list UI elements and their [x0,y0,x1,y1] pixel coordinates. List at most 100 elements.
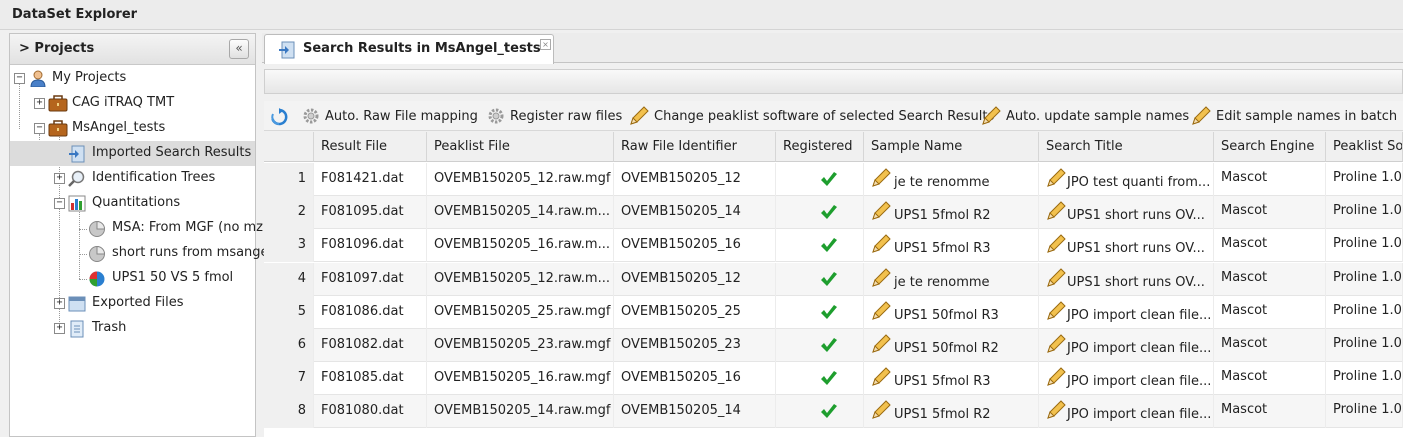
sample-name-cell[interactable]: je te renomme [864,262,1039,296]
collapse-icon[interactable]: − [54,198,65,209]
search-title-header[interactable]: Search Title [1039,132,1214,162]
tree-node-short-runs-from-msange[interactable]: short runs from msange [10,241,269,266]
raw-file-id-cell: OVEMB150205_16 [614,362,776,396]
peaklist-file-header[interactable]: Peaklist File [427,132,614,162]
raw-file-id-header[interactable]: Raw File Identifier [614,132,776,162]
registered-header[interactable]: Registered [776,132,864,162]
pencil-icon [870,200,892,226]
pencil-icon [1192,106,1211,125]
change-peaklist-button[interactable]: Change peaklist software of selected Sea… [654,109,994,124]
check-icon [820,205,838,225]
sample-name-cell[interactable]: UPS1 50fmol R2 [864,329,1039,362]
collapse-panel-button[interactable]: « [229,39,249,59]
raw-file-id-cell: OVEMB150205_14 [614,196,776,230]
result-file-cell: F081095.dat [314,196,427,230]
pencil-icon [870,399,892,425]
tab-label: Search Results in MsAngel_tests [303,41,541,56]
sample-name-cell[interactable]: UPS1 5fmol R3 [864,229,1039,263]
search-title-cell[interactable]: JPO import clean file... [1039,395,1214,429]
tree-node-my-projects[interactable]: − My Projects [10,66,255,91]
tab-search-results[interactable]: Search Results in MsAngel_tests × [264,34,554,64]
search-title-cell[interactable]: JPO test quanti from... [1039,163,1214,196]
tree-node-quantitations[interactable]: − Quantitations [10,191,255,216]
table-row[interactable]: 3 F081096.dat OVEMB150205_16.raw.m... OVEMB… [264,229,1403,263]
pie-color-icon [88,270,106,287]
check-icon [820,371,838,391]
result-file-header[interactable]: Result File [314,132,427,162]
sample-name-cell[interactable]: UPS1 5fmol R2 [864,196,1039,230]
search-title-text: UPS1 short runs OV... [1067,274,1205,290]
expand-icon[interactable]: + [54,323,65,334]
auto-update-names-button[interactable]: Auto. update sample names [1006,109,1189,124]
pencil-icon [870,267,892,293]
projects-panel-title[interactable]: > Projects [19,41,94,56]
register-raw-files-button[interactable]: Register raw files [510,109,622,124]
table-row[interactable]: 1 F081421.dat OVEMB150205_12.raw.mgf OVEMB1… [264,163,1403,196]
tree-node-identification-trees[interactable]: + Identification Trees [10,166,255,191]
sample-name-cell[interactable]: UPS1 5fmol R3 [864,362,1039,396]
expand-icon[interactable]: + [54,298,65,309]
sample-name-header[interactable]: Sample Name [864,132,1039,162]
sample-name-text: je te renomme [894,175,990,190]
tree-node-label: Exported Files [92,295,184,310]
auto-raw-mapping-button[interactable]: Auto. Raw File mapping [325,109,478,124]
check-icon [820,238,838,258]
tree-node-label: MsAngel_tests [72,120,166,135]
pencil-icon [870,233,892,259]
sample-name-cell[interactable]: UPS1 5fmol R2 [864,395,1039,429]
tree-node-label: Imported Search Results [92,145,252,160]
tree-node-cag-itraq-tmt[interactable]: + CAG iTRAQ TMT [10,91,255,116]
peaklist-software-cell: Proline 1.0 [1326,196,1403,230]
table-row[interactable]: 7 F081085.dat OVEMB150205_16.raw.mgf OVEMB1… [264,362,1403,396]
peaklist-software-cell: Proline 1.0 [1326,163,1403,196]
magnifier-icon [68,170,86,187]
table-row[interactable]: 5 F081086.dat OVEMB150205_25.raw.mgf OVEMB1… [264,295,1403,329]
table-row[interactable]: 8 F081080.dat OVEMB150205_14.raw.mgf OVEMB1… [264,395,1403,429]
search-title-cell[interactable]: UPS1 short runs OV... [1039,262,1214,296]
registered-cell [776,362,864,396]
expand-icon[interactable]: + [34,98,45,109]
registered-cell [776,329,864,362]
tree-node-trash[interactable]: + Trash [10,316,255,341]
tree-node-ups1-50-vs-5-fmol[interactable]: UPS1 50 VS 5 fmol [10,266,255,291]
search-title-cell[interactable]: JPO import clean file... [1039,329,1214,362]
registered-cell [776,229,864,263]
check-icon [820,172,838,192]
expand-icon[interactable]: + [54,173,65,184]
sample-name-text: UPS1 5fmol R2 [894,208,991,224]
edit-names-batch-button[interactable]: Edit sample names in batch [1216,109,1397,124]
tree-node-exported-files[interactable]: + Exported Files [10,291,255,316]
tree-node-label: short runs from msange [112,245,269,260]
peaklist-software-cell: Proline 1.0 [1326,262,1403,296]
table-row[interactable]: 2 F081095.dat OVEMB150205_14.raw.m... OVEMB… [264,196,1403,230]
app-header: DataSet Explorer [0,0,1403,30]
tree-node-msa-from-mgf-no-mz[interactable]: MSA: From MGF (no mz [10,216,263,241]
sample-name-cell[interactable]: je te renomme [864,163,1039,196]
collapse-icon[interactable]: − [14,73,25,84]
peaklist-software-header[interactable]: Peaklist Sof [1326,132,1403,162]
check-icon [820,304,838,325]
tab-close-icon[interactable]: × [540,39,551,50]
main-area: Search Results in MsAngel_tests × Auto. … [262,33,1403,437]
result-file-cell: F081082.dat [314,329,427,362]
search-title-cell[interactable]: UPS1 short runs OV... [1039,196,1214,230]
search-title-text: JPO import clean file... [1067,374,1212,390]
table-row[interactable]: 6 F081082.dat OVEMB150205_23.raw.mgf OVEMB1… [264,329,1403,362]
refresh-icon[interactable] [270,108,288,126]
search-title-cell[interactable]: JPO import clean file... [1039,295,1214,329]
search-title-text: UPS1 short runs OV... [1067,208,1205,224]
raw-file-id-cell: OVEMB150205_16 [614,229,776,263]
tree-node-imported-search-results[interactable]: Imported Search Results [10,141,255,166]
search-engine-cell: Mascot [1214,229,1326,263]
table-row[interactable]: 4 F081097.dat OVEMB150205_12.raw.m... OVEMB… [264,262,1403,296]
filter-bar [264,69,1403,94]
row-number: 2 [264,196,314,230]
sample-name-cell[interactable]: UPS1 50fmol R3 [864,295,1039,329]
projects-panel: > Projects « − My Projects + CAG iTRAQ TMT −… [9,33,269,437]
search-title-cell[interactable]: JPO import clean file... [1039,362,1214,396]
tree-node-msangel-tests[interactable]: − MsAngel_tests [10,116,255,141]
search-engine-header[interactable]: Search Engine [1214,132,1326,162]
pencil-icon [1045,399,1067,425]
collapse-icon[interactable]: − [34,123,45,134]
search-title-cell[interactable]: UPS1 short runs OV... [1039,229,1214,263]
